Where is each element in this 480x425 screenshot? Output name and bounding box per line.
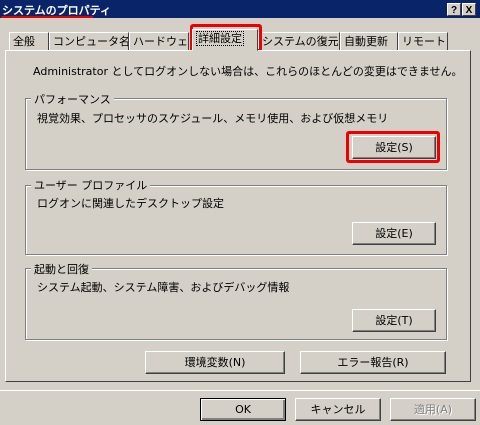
cancel-button[interactable]: キャンセル	[295, 398, 381, 421]
environment-variables-button[interactable]: 環境変数(N)	[145, 351, 285, 374]
startup-recovery-description: システム起動、システム障害、およびデバッグ情報	[37, 281, 290, 294]
error-reporting-button[interactable]: エラー報告(R)	[300, 351, 446, 374]
apply-button[interactable]: 適用(A)	[390, 398, 476, 421]
startup-recovery-settings-button[interactable]: 設定(T)	[352, 309, 436, 332]
tab-automatic-updates[interactable]: 自動更新	[340, 32, 398, 51]
user-profile-settings-button[interactable]: 設定(E)	[352, 222, 436, 245]
user-profile-description: ログオンに関連したデスクトップ設定	[37, 197, 224, 210]
user-profile-legend: ユーザー プロファイル	[31, 177, 151, 193]
performance-legend: パフォーマンス	[31, 91, 114, 107]
tab-advanced[interactable]: 詳細設定	[192, 29, 258, 51]
tab-strip: 全般 コンピュータ名 ハードウェア 詳細設定 システムの復元 自動更新 リモート	[0, 18, 480, 51]
startup-recovery-legend: 起動と回復	[31, 261, 92, 277]
title-bar: システムのプロパティ ? X	[0, 0, 480, 18]
footer-divider	[0, 390, 480, 391]
tab-remote[interactable]: リモート	[398, 32, 448, 51]
help-button[interactable]: ?	[447, 3, 461, 16]
performance-description: 視覚効果、プロセッサのスケジュール、メモリ使用、および仮想メモリ	[37, 112, 389, 125]
tab-general[interactable]: 全般	[9, 32, 49, 51]
admin-notice: Administrator としてログオンしない場合は、これらのほとんどの変更は…	[33, 65, 463, 78]
close-button[interactable]: X	[462, 3, 476, 16]
ok-button[interactable]: OK	[200, 398, 286, 421]
tab-system-restore[interactable]: システムの復元	[258, 32, 340, 51]
tab-hardware[interactable]: ハードウェア	[129, 32, 189, 51]
tab-computer-name[interactable]: コンピュータ名	[49, 32, 129, 51]
highlight-performance-settings	[346, 131, 440, 163]
